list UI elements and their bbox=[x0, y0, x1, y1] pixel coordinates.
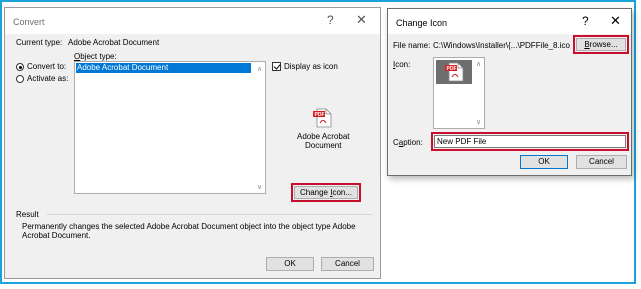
convert-title-bar: Convert ? ✕ bbox=[5, 8, 380, 34]
pdf-icon[interactable]: PDF bbox=[444, 61, 466, 83]
activate-as-radio[interactable] bbox=[16, 75, 24, 83]
scroll-down-arrow[interactable]: ∨ bbox=[476, 118, 481, 126]
current-type-value: Adobe Acrobat Document bbox=[68, 38, 160, 47]
ok-button[interactable]: OK bbox=[520, 155, 568, 169]
help-button[interactable]: ? bbox=[327, 13, 334, 27]
change-icon-dialog: Change Icon ? ✕ File name: C:\Windows\In… bbox=[387, 8, 632, 176]
current-type-label: Current type: bbox=[16, 38, 63, 47]
scroll-up-arrow[interactable]: ∧ bbox=[257, 65, 262, 73]
list-item[interactable]: Adobe Acrobat Document bbox=[76, 63, 251, 73]
convert-to-radio[interactable] bbox=[16, 63, 24, 71]
convert-dialog-title: Convert bbox=[13, 17, 45, 27]
change-icon-dialog-title: Change Icon bbox=[396, 18, 448, 28]
change-icon-label-b: con... bbox=[332, 188, 353, 197]
file-name-label: File name: bbox=[393, 41, 431, 50]
change-icon-label-a: Change bbox=[299, 188, 331, 197]
result-text-line2: Acrobat Document. bbox=[22, 231, 91, 240]
close-button[interactable]: ✕ bbox=[610, 14, 621, 28]
display-as-icon-label[interactable]: Display as icon bbox=[284, 62, 338, 71]
cancel-button[interactable]: Cancel bbox=[576, 155, 627, 169]
browse-button[interactable]: Browse... bbox=[573, 35, 629, 54]
change-icon-title-bar: Change Icon ? ✕ bbox=[388, 9, 631, 34]
result-label: Result bbox=[16, 210, 39, 219]
svg-text:PDF: PDF bbox=[447, 66, 457, 72]
caption-input[interactable]: New PDF File bbox=[431, 132, 629, 151]
object-type-label: Object type: bbox=[74, 52, 117, 61]
icon-caption-line1: Adobe Acrobat bbox=[297, 132, 350, 141]
object-type-label-rest: bject type: bbox=[80, 52, 117, 61]
change-icon-button[interactable]: Change Icon... bbox=[291, 183, 361, 202]
result-separator bbox=[47, 214, 372, 215]
icon-list[interactable]: PDF ∧ ∨ bbox=[433, 57, 485, 129]
icon-caption-line2: Document bbox=[305, 141, 342, 150]
caption-label: Caption: bbox=[393, 138, 423, 147]
icon-label-rest: con: bbox=[395, 60, 411, 69]
convert-to-label[interactable]: Convert to: bbox=[27, 62, 66, 71]
convert-dialog: Convert ? ✕ Current type: Adobe Acrobat … bbox=[4, 7, 381, 279]
result-text-line1: Permanently changes the selected Adobe A… bbox=[22, 222, 356, 231]
object-type-list[interactable]: Adobe Acrobat Document ∧ ∨ bbox=[74, 61, 266, 194]
caption-label-b: ption: bbox=[403, 138, 423, 147]
pdf-icon: PDF bbox=[313, 108, 332, 128]
icon-label: Icon: bbox=[393, 60, 410, 69]
cancel-button[interactable]: Cancel bbox=[321, 257, 374, 271]
ok-button[interactable]: OK bbox=[266, 257, 314, 271]
scroll-up-arrow[interactable]: ∧ bbox=[476, 60, 481, 68]
file-name-value: C:\Windows\Installer\{...\PDFFile_8.ico bbox=[433, 41, 570, 50]
activate-as-label[interactable]: Activate as: bbox=[27, 74, 68, 83]
scroll-down-arrow[interactable]: ∨ bbox=[257, 183, 262, 191]
browse-label-rest: rowse... bbox=[589, 40, 618, 49]
help-button[interactable]: ? bbox=[582, 14, 589, 28]
close-button[interactable]: ✕ bbox=[356, 13, 367, 27]
display-as-icon-checkbox[interactable] bbox=[272, 62, 281, 71]
svg-text:PDF: PDF bbox=[315, 112, 325, 118]
